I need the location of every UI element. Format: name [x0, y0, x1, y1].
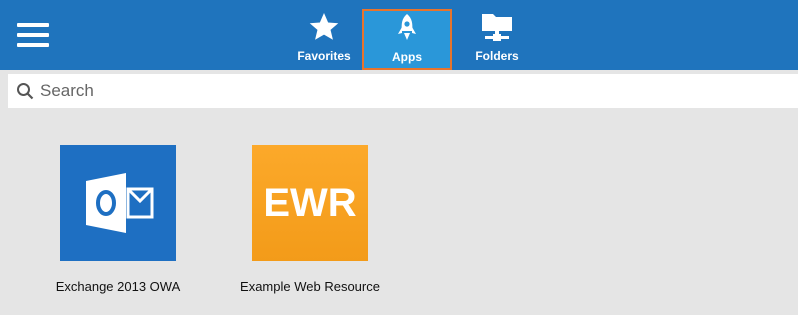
app-tile-example-web-resource[interactable]: EWR Example Web Resource: [230, 145, 390, 297]
search-input[interactable]: [38, 80, 742, 102]
tab-apps[interactable]: Apps: [362, 9, 452, 70]
top-nav-bar: Favorites Apps Folders: [0, 0, 798, 70]
rocket-icon: [396, 11, 418, 45]
ewr-app-icon: EWR: [252, 145, 368, 261]
hamburger-menu-icon[interactable]: [17, 23, 49, 47]
app-name: Example Web Resource: [240, 279, 380, 294]
tab-folders[interactable]: Folders: [452, 10, 542, 70]
app-name: Exchange 2013 OWA: [55, 279, 181, 294]
folder-network-icon: [479, 10, 515, 44]
search-icon: [12, 82, 38, 100]
ewr-icon-text: EWR: [263, 180, 357, 225]
outlook-icon: [60, 145, 176, 261]
tab-favorites-label: Favorites: [297, 49, 351, 63]
tab-folders-label: Folders: [475, 49, 519, 63]
app-tile-exchange-owa[interactable]: Exchange 2013 OWA: [38, 145, 198, 297]
search-bar: [8, 74, 798, 108]
tab-apps-label: Apps: [392, 50, 422, 64]
star-icon: [308, 10, 340, 44]
tab-favorites[interactable]: Favorites: [279, 10, 369, 70]
